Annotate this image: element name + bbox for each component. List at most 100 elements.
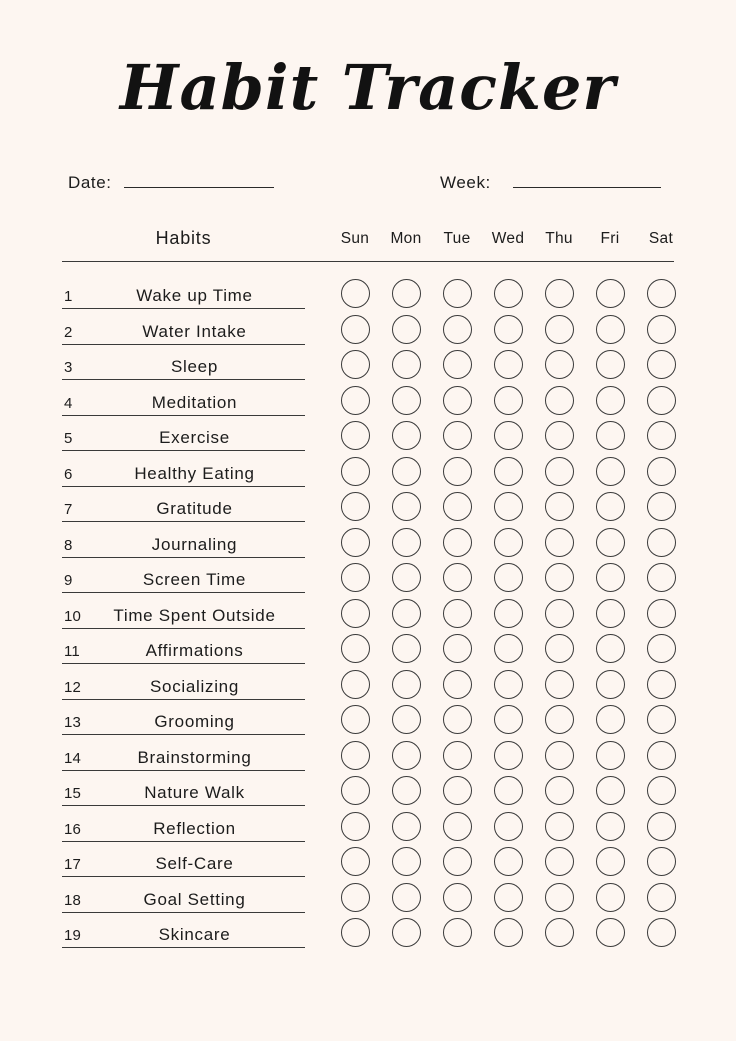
habit-check-circle[interactable] [494, 740, 523, 770]
habit-check-circle[interactable] [392, 279, 421, 308]
habit-check-circle[interactable] [341, 847, 370, 876]
habit-check-circle[interactable] [341, 882, 370, 912]
habit-check-circle[interactable] [392, 705, 421, 734]
habit-check-circle[interactable] [596, 811, 625, 841]
habit-check-circle[interactable] [443, 811, 472, 841]
habit-check-circle[interactable] [443, 776, 472, 805]
habit-check-circle[interactable] [494, 669, 523, 699]
habit-check-circle[interactable] [443, 314, 472, 344]
habit-check-circle[interactable] [545, 811, 574, 841]
habit-check-circle[interactable] [596, 669, 625, 699]
habit-check-circle[interactable] [443, 279, 472, 308]
habit-check-circle[interactable] [545, 705, 574, 734]
habit-check-circle[interactable] [647, 634, 676, 663]
habit-check-circle[interactable] [443, 740, 472, 770]
habit-check-circle[interactable] [545, 279, 574, 308]
habit-check-circle[interactable] [443, 918, 472, 947]
habit-check-circle[interactable] [392, 456, 421, 486]
habit-check-circle[interactable] [545, 421, 574, 450]
habit-check-circle[interactable] [545, 847, 574, 876]
habit-check-circle[interactable] [341, 527, 370, 557]
habit-check-circle[interactable] [392, 811, 421, 841]
habit-check-circle[interactable] [443, 669, 472, 699]
habit-check-circle[interactable] [494, 634, 523, 663]
habit-check-circle[interactable] [392, 492, 421, 521]
habit-check-circle[interactable] [596, 350, 625, 379]
habit-check-circle[interactable] [443, 456, 472, 486]
habit-check-circle[interactable] [596, 740, 625, 770]
habit-check-circle[interactable] [494, 492, 523, 521]
habit-check-circle[interactable] [596, 918, 625, 947]
habit-check-circle[interactable] [494, 350, 523, 379]
habit-check-circle[interactable] [494, 279, 523, 308]
habit-check-circle[interactable] [392, 385, 421, 415]
habit-check-circle[interactable] [545, 598, 574, 628]
habit-check-circle[interactable] [494, 705, 523, 734]
habit-check-circle[interactable] [545, 350, 574, 379]
habit-check-circle[interactable] [647, 776, 676, 805]
habit-check-circle[interactable] [545, 634, 574, 663]
habit-check-circle[interactable] [545, 314, 574, 344]
habit-check-circle[interactable] [341, 385, 370, 415]
habit-check-circle[interactable] [596, 847, 625, 876]
habit-check-circle[interactable] [341, 279, 370, 308]
habit-check-circle[interactable] [596, 279, 625, 308]
habit-check-circle[interactable] [545, 456, 574, 486]
habit-check-circle[interactable] [392, 350, 421, 379]
habit-check-circle[interactable] [545, 563, 574, 592]
habit-check-circle[interactable] [392, 776, 421, 805]
habit-check-circle[interactable] [494, 598, 523, 628]
habit-check-circle[interactable] [494, 918, 523, 947]
habit-check-circle[interactable] [443, 527, 472, 557]
habit-check-circle[interactable] [647, 847, 676, 876]
date-input[interactable] [123, 170, 274, 188]
habit-check-circle[interactable] [494, 882, 523, 912]
habit-check-circle[interactable] [596, 705, 625, 734]
habit-check-circle[interactable] [443, 563, 472, 592]
habit-check-circle[interactable] [341, 456, 370, 486]
week-input[interactable] [512, 170, 661, 188]
habit-check-circle[interactable] [341, 492, 370, 521]
habit-check-circle[interactable] [392, 314, 421, 344]
habit-check-circle[interactable] [647, 882, 676, 912]
habit-check-circle[interactable] [443, 847, 472, 876]
habit-check-circle[interactable] [443, 421, 472, 450]
habit-check-circle[interactable] [494, 456, 523, 486]
habit-check-circle[interactable] [596, 421, 625, 450]
habit-check-circle[interactable] [341, 740, 370, 770]
habit-check-circle[interactable] [392, 563, 421, 592]
habit-check-circle[interactable] [494, 811, 523, 841]
habit-check-circle[interactable] [341, 314, 370, 344]
habit-check-circle[interactable] [647, 492, 676, 521]
habit-check-circle[interactable] [392, 918, 421, 947]
habit-check-circle[interactable] [647, 563, 676, 592]
habit-check-circle[interactable] [647, 421, 676, 450]
habit-check-circle[interactable] [341, 598, 370, 628]
habit-check-circle[interactable] [545, 669, 574, 699]
habit-check-circle[interactable] [545, 527, 574, 557]
habit-check-circle[interactable] [443, 882, 472, 912]
habit-check-circle[interactable] [596, 634, 625, 663]
habit-check-circle[interactable] [647, 385, 676, 415]
habit-check-circle[interactable] [392, 669, 421, 699]
habit-check-circle[interactable] [545, 776, 574, 805]
habit-check-circle[interactable] [494, 847, 523, 876]
habit-check-circle[interactable] [596, 385, 625, 415]
habit-check-circle[interactable] [341, 918, 370, 947]
habit-check-circle[interactable] [494, 527, 523, 557]
habit-check-circle[interactable] [341, 811, 370, 841]
habit-check-circle[interactable] [494, 314, 523, 344]
habit-check-circle[interactable] [647, 527, 676, 557]
habit-check-circle[interactable] [443, 492, 472, 521]
habit-check-circle[interactable] [392, 847, 421, 876]
habit-check-circle[interactable] [647, 314, 676, 344]
habit-check-circle[interactable] [647, 918, 676, 947]
habit-check-circle[interactable] [647, 740, 676, 770]
habit-check-circle[interactable] [494, 563, 523, 592]
habit-check-circle[interactable] [392, 421, 421, 450]
habit-check-circle[interactable] [596, 314, 625, 344]
habit-check-circle[interactable] [647, 279, 676, 308]
habit-check-circle[interactable] [545, 492, 574, 521]
habit-check-circle[interactable] [341, 421, 370, 450]
habit-check-circle[interactable] [596, 492, 625, 521]
